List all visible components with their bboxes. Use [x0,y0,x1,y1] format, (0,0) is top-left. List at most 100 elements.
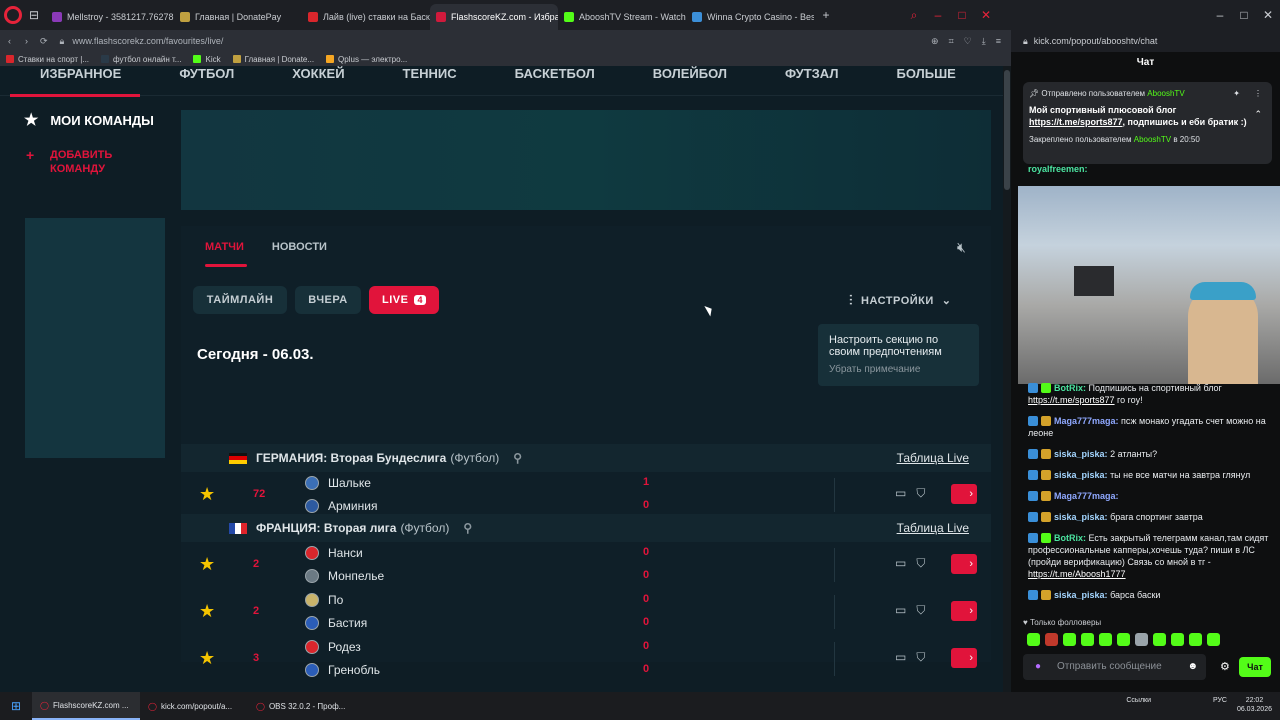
match-detail-button[interactable]: › [951,601,977,621]
tv-icon[interactable]: ▭ [895,603,906,618]
snapshot-icon[interactable]: ⌗ [949,36,954,47]
opera-logo-icon[interactable] [4,6,22,24]
match-detail-button[interactable]: › [951,484,977,504]
lineup-shirt-icon[interactable]: ⛉ [916,556,925,571]
match-row[interactable]: ★ 2 Нанси 0 Монпелье 0 ▭ ⛉ › [181,542,991,588]
lineup-shirt-icon[interactable]: ⛉ [916,603,925,618]
reload-icon[interactable]: ⟳ [40,36,48,47]
tooltip-remove-link[interactable]: Убрать примечание [829,364,968,376]
chat-username[interactable]: Maga777maga: [1054,491,1119,501]
emote-icon[interactable] [1171,633,1184,646]
more-icon[interactable]: ⋮ [1254,88,1262,100]
emote-icon[interactable] [1063,633,1076,646]
chat-username[interactable]: BotRix: [1054,533,1086,543]
star-icon[interactable]: ★ [199,648,215,669]
page-scroll-thumb[interactable] [1004,70,1010,190]
popup-maximize-icon[interactable]: □ [1232,8,1256,22]
emote-icon[interactable] [1189,633,1202,646]
chip-yesterday[interactable]: ВЧЕРА [295,286,361,314]
chat-username[interactable]: royalfreemen: [1028,164,1088,174]
tv-icon[interactable]: ▭ [895,650,906,665]
tab-matches[interactable]: МАТЧИ [205,241,244,253]
chat-send-button[interactable]: Чат [1239,657,1271,677]
tab-news[interactable]: НОВОСТИ [272,241,327,253]
add-team-button[interactable]: + ДОБАВИТЬ КОМАНДУ [26,148,138,176]
chat-input[interactable]: ● Отправить сообщение ☻ [1023,654,1206,680]
chat-username[interactable]: siska_piska: [1054,590,1108,600]
league-header[interactable]: ФРАНЦИЯ: Вторая лига (Футбол) ⚲ Таблица Liv… [181,514,991,542]
taskbar-item[interactable]: ◯ kick.com/popout/a... [140,692,248,720]
bookmark-item[interactable]: Qplus — электро... [326,55,407,64]
emote-icon[interactable] [1027,633,1040,646]
sport-nav-item[interactable]: ИЗБРАННОЕ [40,66,121,81]
chat-username[interactable]: BotRix: [1054,383,1086,393]
table-live-link[interactable]: Таблица Live [897,521,969,535]
menu-icon[interactable]: ≡ [996,36,1001,46]
chat-link[interactable]: https://t.me/Aboosh1777 [1028,569,1126,579]
search-tabs-icon[interactable]: ⌕ [902,8,926,23]
sport-nav-item[interactable]: ТЕННИС [403,66,457,81]
match-row[interactable]: ★ 2 По 0 Бастия 0 ▭ ⛉ › [181,589,991,635]
chat-username[interactable]: Maga777maga: [1054,416,1119,426]
pinned-user[interactable]: AbooshTV [1147,89,1184,98]
chat-link[interactable]: https://t.me/sports877 [1028,395,1115,405]
mic-icon[interactable]: ● [1035,654,1041,680]
star-icon[interactable]: ★ [199,554,215,575]
match-row[interactable]: ★ 3 Родез 0 Гренобль 0 ▭ ⛉ › [181,636,991,682]
tab-overview-icon[interactable]: ⊟ [22,8,46,22]
pinned-meta-user[interactable]: AbooshTV [1134,135,1171,144]
match-row[interactable]: ★ 72 Шальке 1 Арминия 0 ▭ ⛉ › [181,472,991,518]
chat-username[interactable]: siska_piska: [1054,449,1108,459]
chat-username[interactable]: siska_piska: [1054,470,1108,480]
chat-settings-icon[interactable]: ⚙ [1220,660,1230,673]
popup-minimize-icon[interactable]: – [1208,8,1232,22]
emote-icon[interactable] [1099,633,1112,646]
pin-icon[interactable]: ⚲ [463,521,472,535]
emote-icon[interactable] [1153,633,1166,646]
taskbar-item[interactable]: ◯ FlashscoreKZ.com ... [32,692,140,720]
league-header[interactable]: ГЕРМАНИЯ: Вторая Бундеслига (Футбол) ⚲ Табл… [181,444,991,472]
pin-icon[interactable]: ⚲ [513,451,522,465]
sound-mute-icon[interactable]: 🔇︎ [957,239,966,256]
table-live-link[interactable]: Таблица Live [897,451,969,465]
browser-tab[interactable]: Mellstroy - 3581217.76278 [46,4,174,30]
tray-time[interactable]: 22:02 [1246,697,1264,704]
tv-icon[interactable]: ▭ [895,486,906,501]
settings-button[interactable]: ⫶ НАСТРОЙКИ ⌄ [849,292,952,309]
pinned-link[interactable]: https://t.me/sports877 [1029,117,1123,127]
emote-icon[interactable] [1117,633,1130,646]
download-icon[interactable]: ⤓ [982,36,986,47]
new-tab-icon[interactable]: + [814,8,838,22]
tray-date[interactable]: 06.03.2026 [1237,706,1272,713]
minimize-icon[interactable]: – [926,8,950,22]
tv-icon[interactable]: ▭ [895,556,906,571]
heart-icon[interactable]: ♡ [964,36,972,47]
emote-icon[interactable] [1207,633,1220,646]
tray-links[interactable]: Ссылки [1126,697,1151,704]
bookmark-item[interactable]: Kick [193,55,221,64]
sport-nav-item[interactable]: ВОЛЕЙБОЛ [653,66,727,81]
popup-close-icon[interactable]: ✕ [1256,8,1280,22]
browser-tab[interactable]: Главная | DonatePay [174,4,302,30]
sport-nav-item[interactable]: ФУТБОЛ [179,66,234,81]
star-icon[interactable]: ★ [199,484,215,505]
pin-toggle-icon[interactable]: ✦ [1233,88,1240,100]
taskbar-item[interactable]: ◯ OBS 32.0.2 - Проф... [248,692,356,720]
emote-icon[interactable] [1135,633,1148,646]
chip-timeline[interactable]: ТАЙМЛАЙН [193,286,287,314]
tray-lang[interactable]: РУС [1213,697,1227,704]
bookmark-item[interactable]: футбол онлайн т... [101,55,181,64]
sport-nav-item[interactable]: БАСКЕТБОЛ [515,66,595,81]
close-icon[interactable]: ✕ [974,8,998,22]
windows-start-icon[interactable]: ⊞ [0,699,32,713]
browser-tab[interactable]: Winna Crypto Casino - Best [686,4,814,30]
bookmark-item[interactable]: Главная | Donate... [232,55,314,64]
emoji-icon[interactable]: ☻ [1187,654,1198,680]
lineup-shirt-icon[interactable]: ⛉ [916,650,925,665]
emote-icon[interactable] [1045,633,1058,646]
match-detail-button[interactable]: › [951,554,977,574]
star-icon[interactable]: ★ [199,601,215,622]
chat-username[interactable]: siska_piska: [1054,512,1108,522]
match-detail-button[interactable]: › [951,648,977,668]
browser-tab[interactable]: AbooshTV Stream - Watch [558,4,686,30]
